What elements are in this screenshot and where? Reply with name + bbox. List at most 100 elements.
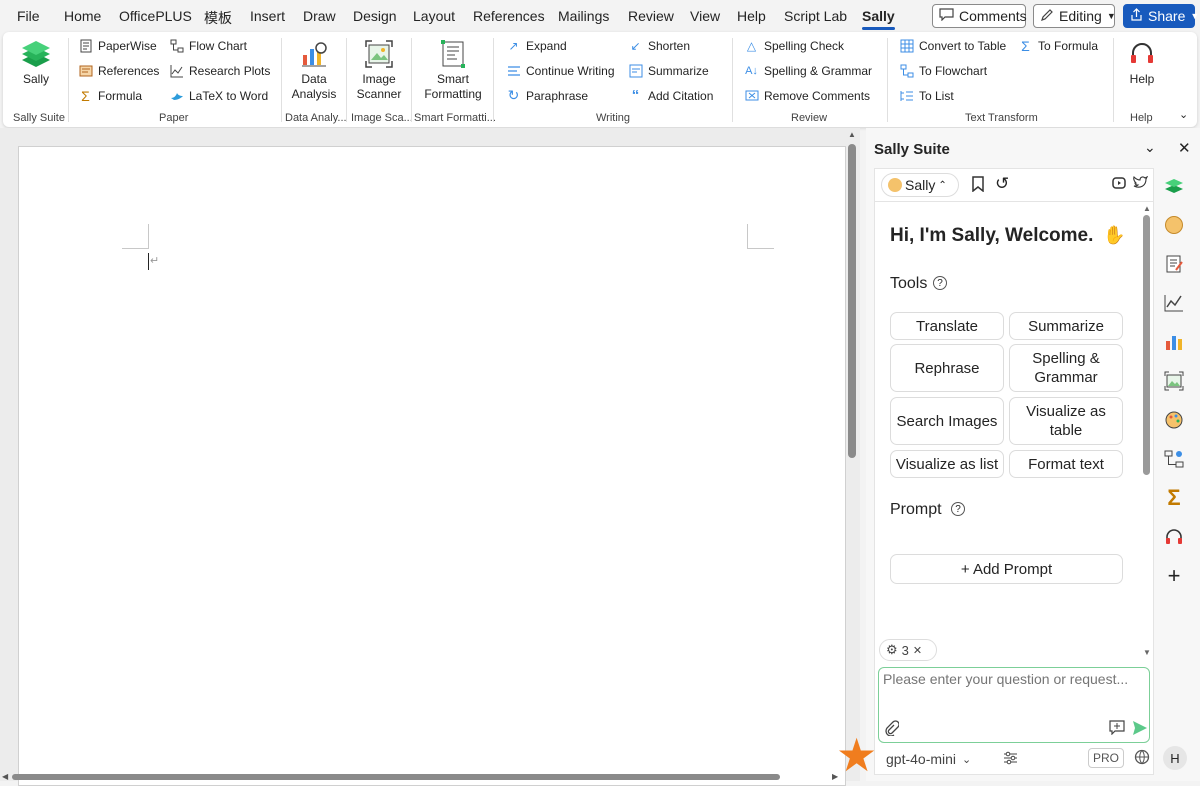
pencil-icon (1040, 8, 1054, 25)
scroll-up-icon[interactable]: ▲ (848, 130, 856, 139)
tool-rephrase-button[interactable]: Rephrase (890, 344, 1004, 392)
add-icon[interactable]: + (1160, 562, 1188, 590)
globe-icon[interactable] (1134, 749, 1150, 768)
divider (281, 38, 282, 122)
add-citation-button[interactable]: “ Add Citation (628, 87, 714, 104)
scroll-up-icon[interactable]: ▲ (1143, 204, 1151, 213)
add-prompt-button[interactable]: + Add Prompt (890, 554, 1123, 584)
tab-templates[interactable]: 模板 (204, 8, 232, 28)
flowchart-icon[interactable] (1160, 445, 1188, 473)
close-pane-icon[interactable]: ✕ (1178, 139, 1191, 157)
history-icon[interactable]: ↺ (995, 174, 1009, 194)
image-scanner-icon[interactable] (1160, 367, 1188, 395)
to-flowchart-button[interactable]: To Flowchart (899, 63, 987, 78)
pro-badge[interactable]: PRO (1088, 748, 1124, 768)
share-button[interactable]: Share ▼ (1123, 4, 1199, 28)
palette-icon[interactable] (1160, 406, 1188, 434)
to-formula-button[interactable]: Σ To Formula (1018, 38, 1098, 54)
flow-chart-label: Flow Chart (189, 38, 248, 53)
image-scanner-button[interactable]: Image Scanner (356, 38, 402, 102)
line-chart-icon[interactable] (1160, 289, 1188, 317)
tab-script-lab[interactable]: Script Lab (784, 8, 847, 24)
tab-layout[interactable]: Layout (413, 8, 455, 24)
tab-view[interactable]: View (690, 8, 720, 24)
tool-format-text-button[interactable]: Format text (1009, 450, 1123, 478)
sally-logo-icon[interactable] (1160, 172, 1188, 200)
tab-file[interactable]: File (17, 8, 40, 24)
tab-review[interactable]: Review (628, 8, 674, 24)
formula-button[interactable]: Σ Formula (78, 88, 142, 104)
tools-help-icon[interactable]: ? (933, 276, 947, 290)
spelling-check-button[interactable]: △ Spelling Check (744, 38, 844, 53)
references-button[interactable]: References (78, 63, 159, 78)
help-button[interactable]: Help (1125, 38, 1159, 87)
send-icon[interactable] (1132, 720, 1148, 739)
chevron-down-icon[interactable]: ⌄ (1144, 139, 1156, 156)
bookmark-icon[interactable] (971, 176, 985, 195)
twitter-icon[interactable] (1133, 175, 1149, 192)
vertical-scrollbar[interactable] (848, 144, 856, 458)
continue-writing-button[interactable]: Continue Writing (506, 63, 615, 78)
close-icon[interactable]: ✕ (913, 644, 922, 657)
summarize-button[interactable]: Summarize (628, 63, 709, 78)
tool-spelling-grammar-button[interactable]: Spelling & Grammar (1009, 344, 1123, 392)
new-chat-icon[interactable] (1109, 720, 1125, 738)
paperwise-button[interactable]: PaperWise (78, 38, 157, 53)
model-selector[interactable]: gpt-4o-mini ⌄ (880, 747, 996, 771)
settings-sliders-icon[interactable] (1003, 751, 1018, 768)
context-chip[interactable]: ⚙ 3 ✕ (879, 639, 937, 661)
group-paper: Paper (159, 112, 189, 124)
remove-comments-button[interactable]: Remove Comments (744, 88, 870, 103)
paper-edit-icon[interactable] (1160, 250, 1188, 278)
headset-icon[interactable] (1160, 523, 1188, 551)
sally-avatar-icon[interactable] (1160, 211, 1188, 239)
comments-button[interactable]: Comments (932, 4, 1027, 28)
tab-references[interactable]: References (473, 8, 545, 24)
paraphrase-button[interactable]: ↻ Paraphrase (506, 87, 588, 103)
sally-button[interactable]: Sally (20, 38, 52, 87)
horizontal-scrollbar[interactable] (12, 774, 780, 780)
tab-mailings[interactable]: Mailings (558, 8, 609, 24)
pane-scrollbar[interactable] (1143, 215, 1150, 475)
tab-sally[interactable]: Sally (862, 8, 895, 30)
youtube-icon[interactable] (1112, 177, 1126, 192)
persona-selector[interactable]: Sally ⌃ (881, 173, 959, 197)
expand-button[interactable]: ↗ Expand (506, 38, 566, 53)
to-list-label: To List (919, 88, 954, 103)
group-image-scanner: Image Sca... (351, 112, 413, 124)
image-scanner-label: Image Scanner (356, 72, 402, 101)
tool-search-images-button[interactable]: Search Images (890, 397, 1004, 445)
tab-help[interactable]: Help (737, 8, 766, 24)
avatar[interactable]: H (1163, 746, 1187, 770)
smart-formatting-button[interactable]: Smart Formatting (421, 38, 485, 102)
flow-chart-button[interactable]: Flow Chart (169, 38, 247, 53)
tab-draw[interactable]: Draw (303, 8, 336, 24)
document-area: ↵ ▲ (0, 128, 860, 786)
chevron-down-icon: ▼ (1106, 11, 1116, 21)
tab-home[interactable]: Home (64, 8, 101, 24)
document-page[interactable]: ↵ (18, 146, 846, 786)
chat-input[interactable] (883, 671, 1145, 713)
tool-translate-button[interactable]: Translate (890, 312, 1004, 340)
tab-officeplus[interactable]: OfficePLUS (119, 8, 192, 24)
editing-mode-button[interactable]: Editing ▼ (1033, 4, 1116, 28)
sigma-icon[interactable]: Σ (1160, 484, 1188, 512)
scroll-down-icon[interactable]: ▼ (1143, 648, 1151, 657)
to-list-button[interactable]: To List (899, 88, 954, 103)
scroll-left-icon[interactable]: ◀ (2, 772, 8, 781)
data-analysis-button[interactable]: Data Analysis (289, 38, 339, 102)
convert-to-table-button[interactable]: Convert to Table (899, 38, 1006, 53)
tool-visualize-list-button[interactable]: Visualize as list (890, 450, 1004, 478)
paperclip-icon[interactable] (883, 720, 900, 739)
research-plots-button[interactable]: Research Plots (169, 63, 270, 78)
latex-to-word-button[interactable]: LaTeX to Word (169, 88, 268, 103)
tool-visualize-table-button[interactable]: Visualize as table (1009, 397, 1123, 445)
prompt-help-icon[interactable]: ? (951, 502, 965, 516)
tool-summarize-button[interactable]: Summarize (1009, 312, 1123, 340)
tab-insert[interactable]: Insert (250, 8, 285, 24)
bar-chart-icon[interactable] (1160, 328, 1188, 356)
shorten-button[interactable]: ↙ Shorten (628, 38, 690, 53)
spelling-grammar-button[interactable]: A↓ Spelling & Grammar (744, 63, 872, 78)
tab-design[interactable]: Design (353, 8, 397, 24)
collapse-ribbon-icon[interactable]: ⌄ (1179, 108, 1188, 121)
